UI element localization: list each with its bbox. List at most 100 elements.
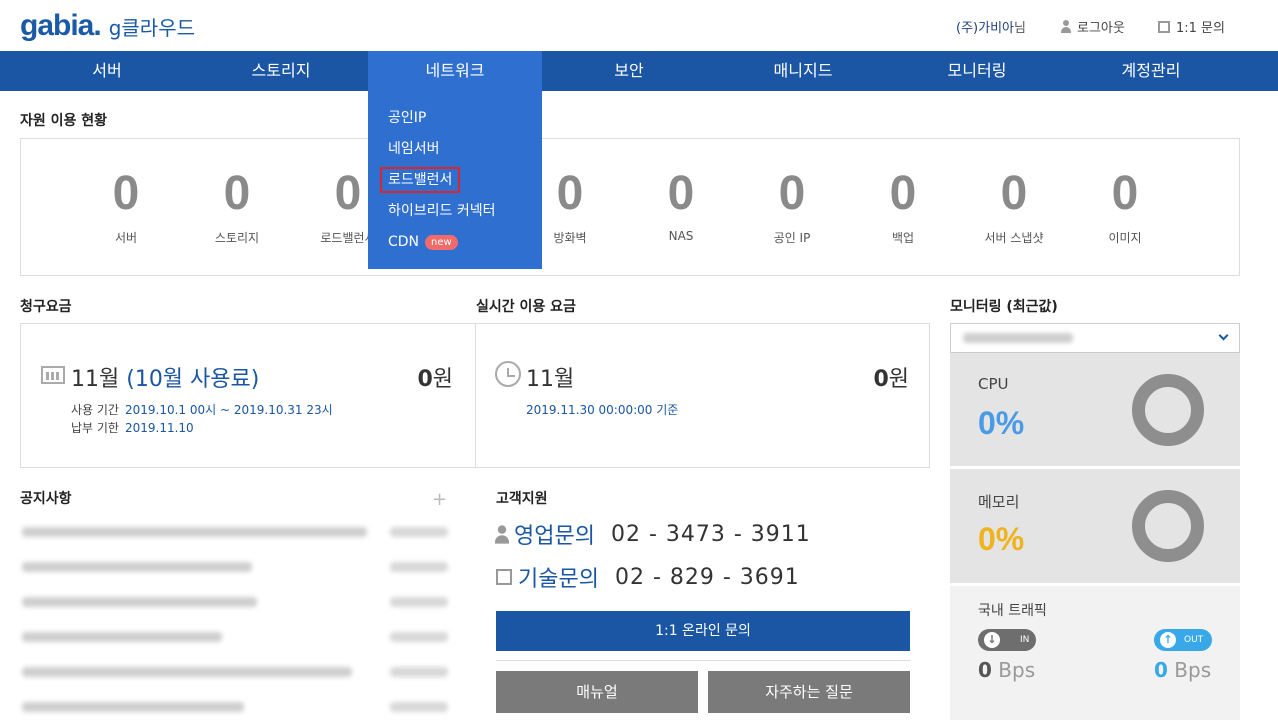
nav-item-managed[interactable]: 매니지드 [716, 51, 890, 91]
cpu-value: 0% [978, 405, 1025, 441]
resource-label: NAS [668, 229, 694, 243]
edit-icon [496, 569, 512, 585]
resource-nas[interactable]: 0 NAS [626, 163, 736, 243]
notice-item[interactable] [22, 699, 452, 715]
chevron-down-icon [1218, 330, 1229, 341]
resource-count: 0 [889, 167, 917, 220]
traffic-out-label: OUT [1184, 635, 1204, 645]
cpu-card: CPU 0% [950, 353, 1240, 466]
resource-backup[interactable]: 0 백업 [848, 163, 958, 246]
notices-more-button[interactable]: + [432, 489, 447, 510]
traffic-in-value: 0 Bps [978, 658, 1035, 682]
notice-date-blurred [390, 562, 448, 572]
manual-button[interactable]: 매뉴얼 [496, 671, 698, 713]
arrow-down-icon: ↓ [984, 632, 1000, 648]
resource-server[interactable]: 0 서버 [71, 163, 181, 246]
traffic-in-label: IN [1020, 635, 1030, 645]
realtime-month: 11월 [526, 367, 575, 392]
user-suffix: 님 [1013, 21, 1026, 36]
usage-period-value: 2019.10.1 00시 ~ 2019.10.31 23시 [124, 403, 333, 417]
traffic-label: 국내 트래픽 [978, 603, 1047, 619]
billing-unit: 원 [432, 367, 453, 392]
menu-item-label: CDN [388, 234, 420, 250]
online-inquiry-button[interactable]: 1:1 온라인 문의 [496, 611, 910, 651]
main-nav: 서버 스토리지 네트워크 보안 매니지드 모니터링 계정관리 [0, 51, 1278, 91]
edit-icon [1158, 20, 1170, 33]
traffic-out-number: 0 [1154, 658, 1168, 682]
resource-count: 0 [1111, 167, 1139, 220]
gabia-logo[interactable]: gabia. g클라우드 [20, 9, 195, 43]
inquiry-link[interactable]: 1:1 문의 [1158, 17, 1225, 36]
notice-item[interactable] [22, 594, 452, 610]
arrow-up-icon: ↑ [1160, 632, 1176, 648]
notice-date-blurred [390, 597, 448, 607]
menu-item-load-balancer[interactable]: 로드밸런서 [368, 165, 542, 196]
nav-item-network[interactable]: 네트워크 [368, 51, 542, 91]
memory-gauge [1132, 490, 1204, 562]
clock-icon [495, 361, 521, 387]
logo-subtitle: g클라우드 [108, 16, 195, 40]
nav-item-monitoring[interactable]: 모니터링 [890, 51, 1064, 91]
nav-item-storage[interactable]: 스토리지 [194, 51, 368, 91]
menu-item-label: 네임서버 [388, 141, 440, 157]
nav-item-account[interactable]: 계정관리 [1064, 51, 1238, 91]
traffic-in-badge: ↓ IN [978, 629, 1036, 651]
nav-item-security[interactable]: 보안 [542, 51, 716, 91]
person-icon [1060, 20, 1072, 33]
server-select[interactable] [950, 323, 1240, 353]
resource-label: 서버 스냅샷 [984, 231, 1044, 245]
notice-item[interactable] [22, 524, 452, 540]
menu-item-cdn[interactable]: CDN new [368, 227, 542, 258]
new-badge: new [425, 234, 458, 250]
realtime-amount-value: 0 [873, 367, 889, 392]
cpu-label: CPU [978, 375, 1009, 393]
notice-title-blurred [22, 562, 252, 572]
traffic-unit: Bps [998, 658, 1036, 682]
menu-item-label: 공인IP [388, 110, 427, 126]
nav-item-server[interactable]: 서버 [20, 51, 194, 91]
resource-label: 공인 IP [773, 231, 811, 245]
logout-label: 로그아웃 [1077, 21, 1125, 36]
billing-details: 사용 기간 2019.10.1 00시 ~ 2019.10.31 23시 납부 기… [71, 401, 333, 437]
realtime-basis-value: 2019.11.30 00:00:00 기준 [526, 403, 679, 417]
resource-storage[interactable]: 0 스토리지 [182, 163, 292, 246]
notice-item[interactable] [22, 664, 452, 680]
realtime-amount: 0원 [873, 361, 909, 393]
logout-link[interactable]: 로그아웃 [1060, 17, 1125, 36]
notice-title-blurred [22, 667, 352, 677]
memory-value: 0% [978, 521, 1025, 557]
notice-title-blurred [22, 632, 222, 642]
menu-item-nameserver[interactable]: 네임서버 [368, 134, 542, 165]
resource-count: 0 [223, 167, 251, 220]
menu-item-public-ip[interactable]: 공인IP [368, 103, 542, 134]
faq-button[interactable]: 자주하는 질문 [708, 671, 910, 713]
support-title: 고객지원 [496, 491, 548, 507]
notice-item[interactable] [22, 629, 452, 645]
notice-item[interactable] [22, 559, 452, 575]
due-date-label: 납부 기한 [71, 421, 119, 435]
user-name: (주)가비아님 [956, 17, 1026, 36]
traffic-out-badge: ↑ OUT [1154, 629, 1212, 651]
calendar-icon [41, 366, 65, 384]
billing-amount: 0원 [417, 361, 453, 393]
person-icon [494, 524, 511, 544]
billing-month: 11월 (10월 사용료) [71, 361, 259, 393]
sales-phone: 02 - 3473 - 3911 [610, 521, 811, 547]
traffic-card: 국내 트래픽 ↓ IN ↑ OUT 0 Bps 0 Bps [950, 586, 1240, 720]
tech-inquiry: 기술문의 02 - 829 - 3691 [496, 561, 800, 593]
billing-panel: 11월 (10월 사용료) 0원 사용 기간 2019.10.1 00시 ~ 20… [20, 323, 930, 468]
due-date-value: 2019.11.10 [124, 421, 194, 435]
realtime-title: 실시간 이용 요금 [476, 299, 576, 315]
notices-title: 공지사항 [20, 491, 72, 507]
notice-title-blurred [22, 597, 257, 607]
divider [475, 324, 476, 467]
resource-snapshot[interactable]: 0 서버 스냅샷 [959, 163, 1069, 246]
due-date-row: 납부 기한 2019.11.10 [71, 419, 333, 437]
notice-date-blurred [390, 632, 448, 642]
resource-label: 이미지 [1108, 231, 1142, 245]
usage-period-row: 사용 기간 2019.10.1 00시 ~ 2019.10.31 23시 [71, 401, 333, 419]
resource-image[interactable]: 0 이미지 [1070, 163, 1180, 246]
resource-public-ip[interactable]: 0 공인 IP [737, 163, 847, 246]
billing-amount-value: 0 [417, 367, 433, 392]
menu-item-hybrid-connector[interactable]: 하이브리드 커넥터 [368, 196, 542, 227]
